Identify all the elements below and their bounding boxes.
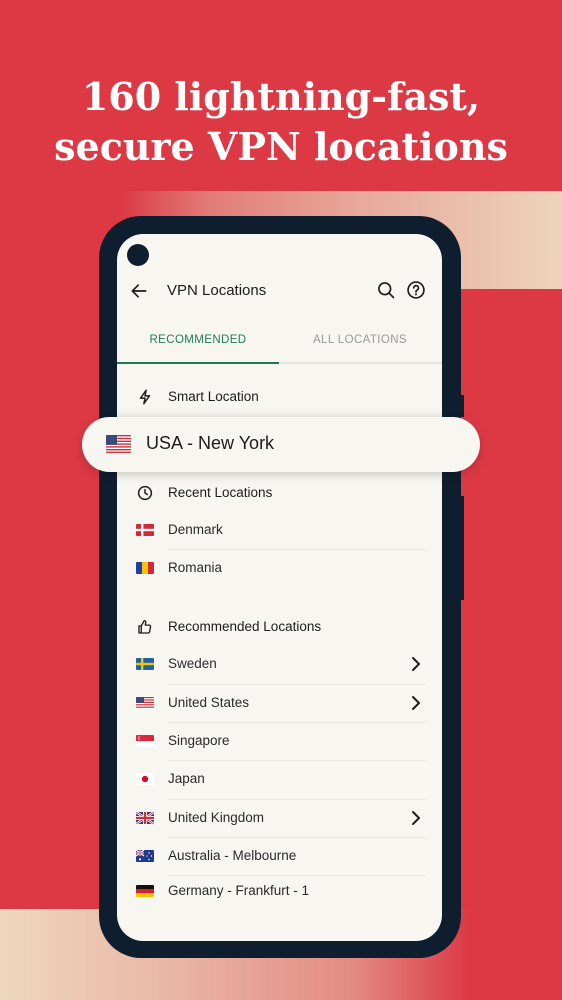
ro-flag-icon: [136, 562, 154, 574]
us-flag-icon: [106, 435, 131, 453]
smart-location-label: Smart Location: [168, 389, 259, 404]
location-label: United Kingdom: [168, 810, 265, 825]
location-label: Singapore: [168, 733, 230, 748]
jp-flag-icon: [136, 773, 154, 785]
recommended-locations-header: Recommended Locations: [117, 608, 442, 646]
list-item-denmark[interactable]: Denmark: [117, 511, 442, 549]
tab-active-indicator: [117, 362, 279, 364]
recent-locations-title: Recent Locations: [168, 485, 273, 500]
list-item-united-kingdom[interactable]: United Kingdom: [117, 799, 442, 837]
headline: 160 lightning-fast, secure VPN locations: [0, 72, 562, 172]
location-label: Japan: [168, 771, 205, 786]
headline-line-1: 160 lightning-fast,: [81, 74, 481, 119]
de-flag-icon: [136, 885, 154, 897]
location-label: Germany - Frankfurt - 1: [168, 883, 310, 898]
search-icon[interactable]: [376, 280, 396, 300]
location-label: Sweden: [168, 656, 217, 671]
list-item-japan[interactable]: Japan: [117, 760, 442, 798]
selected-location-label: USA - New York: [146, 433, 275, 453]
list-item-sweden[interactable]: Sweden: [117, 645, 442, 683]
lightning-icon: [139, 389, 151, 405]
dk-flag-icon: [136, 524, 154, 536]
tab-all-locations[interactable]: ALL LOCATIONS: [279, 326, 441, 362]
clock-icon: [137, 485, 153, 501]
recommended-locations-title: Recommended Locations: [168, 619, 322, 634]
app-bar: VPN Locations: [117, 274, 442, 310]
recent-locations-header: Recent Locations: [117, 474, 442, 512]
location-label: United States: [168, 695, 250, 710]
list-item-germany-frankfurt-1[interactable]: Germany - Frankfurt - 1: [117, 872, 442, 910]
list-item-singapore[interactable]: Singapore: [117, 722, 442, 760]
page-title: VPN Locations: [167, 282, 267, 299]
location-label: Romania: [168, 560, 223, 575]
sg-flag-icon: [136, 735, 154, 747]
tab-bar: RECOMMENDED ALL LOCATIONS: [117, 326, 442, 364]
thumbs-up-icon: [138, 619, 152, 634]
headline-line-2: secure VPN locations: [54, 124, 508, 169]
list-item-united-states[interactable]: United States: [117, 684, 442, 722]
camera-hole: [127, 244, 149, 266]
list-item-romania[interactable]: Romania: [117, 549, 442, 587]
list-item-australia-melbourne[interactable]: Australia - Melbourne: [117, 837, 442, 875]
tab-recommended[interactable]: RECOMMENDED: [117, 326, 279, 362]
se-flag-icon: [136, 658, 154, 670]
arrow-left-icon[interactable]: [129, 281, 149, 301]
gb-flag-icon: [136, 812, 154, 824]
chevron-right-icon[interactable]: [410, 656, 422, 672]
chevron-right-icon[interactable]: [410, 695, 422, 711]
us-flag-icon: [136, 697, 154, 709]
help-circle-icon[interactable]: [406, 280, 426, 300]
location-label: Denmark: [168, 522, 223, 537]
location-label: Australia - Melbourne: [168, 848, 297, 863]
selected-location-pill[interactable]: USA - New York: [82, 417, 480, 472]
chevron-right-icon[interactable]: [410, 810, 422, 826]
phone-screen: VPN Locations RECOMMENDED ALL LOCATIONS …: [117, 234, 442, 941]
au-flag-icon: [136, 850, 154, 862]
